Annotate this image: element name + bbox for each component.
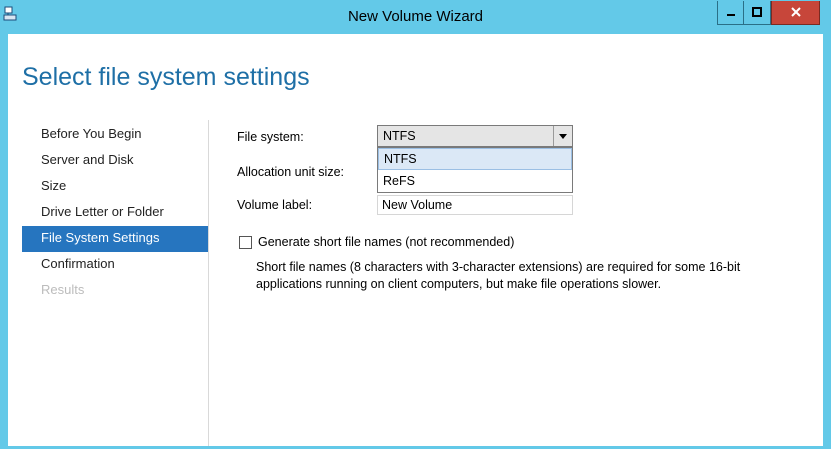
short-names-checkbox[interactable] [239, 236, 252, 249]
minimize-button[interactable] [717, 1, 744, 25]
title-bar[interactable]: New Volume Wizard [0, 0, 831, 34]
nav-item-drive-letter[interactable]: Drive Letter or Folder [22, 200, 208, 226]
short-names-label[interactable]: Generate short file names (not recommend… [258, 235, 514, 249]
nav-item-server-and-disk[interactable]: Server and Disk [22, 148, 208, 174]
nav-item-size[interactable]: Size [22, 174, 208, 200]
nav-divider [208, 120, 209, 446]
allocation-unit-label: Allocation unit size: [237, 165, 345, 179]
file-system-label: File system: [237, 130, 304, 144]
file-system-dropdown: NTFS ReFS [377, 147, 573, 193]
option-refs[interactable]: ReFS [378, 170, 572, 192]
volume-label-input[interactable]: New Volume [377, 195, 573, 215]
close-button[interactable] [771, 1, 820, 25]
wizard-content: Select file system settings Before You B… [8, 34, 823, 446]
window-title: New Volume Wizard [347, 8, 484, 25]
minimize-icon [726, 4, 736, 22]
chevron-down-icon[interactable] [553, 126, 572, 146]
file-system-value: NTFS [383, 129, 416, 143]
file-system-select[interactable]: NTFS [377, 125, 573, 147]
volume-label-label: Volume label: [237, 198, 313, 212]
nav-item-results: Results [41, 282, 85, 297]
nav-item-confirmation[interactable]: Confirmation [22, 252, 208, 278]
wizard-window: New Volume Wizard Select file system set… [0, 0, 831, 449]
page-title: Select file system settings [22, 63, 310, 91]
nav-item-before-you-begin[interactable]: Before You Begin [22, 122, 208, 148]
short-names-description: Short file names (8 characters with 3-ch… [256, 260, 741, 291]
maximize-icon [752, 4, 762, 22]
wizard-nav: Before You Begin Server and Disk Size Dr… [22, 122, 208, 304]
close-icon [790, 4, 801, 22]
option-ntfs[interactable]: NTFS [378, 148, 572, 170]
maximize-button[interactable] [744, 1, 771, 25]
nav-item-file-system-settings[interactable]: File System Settings [22, 226, 208, 252]
